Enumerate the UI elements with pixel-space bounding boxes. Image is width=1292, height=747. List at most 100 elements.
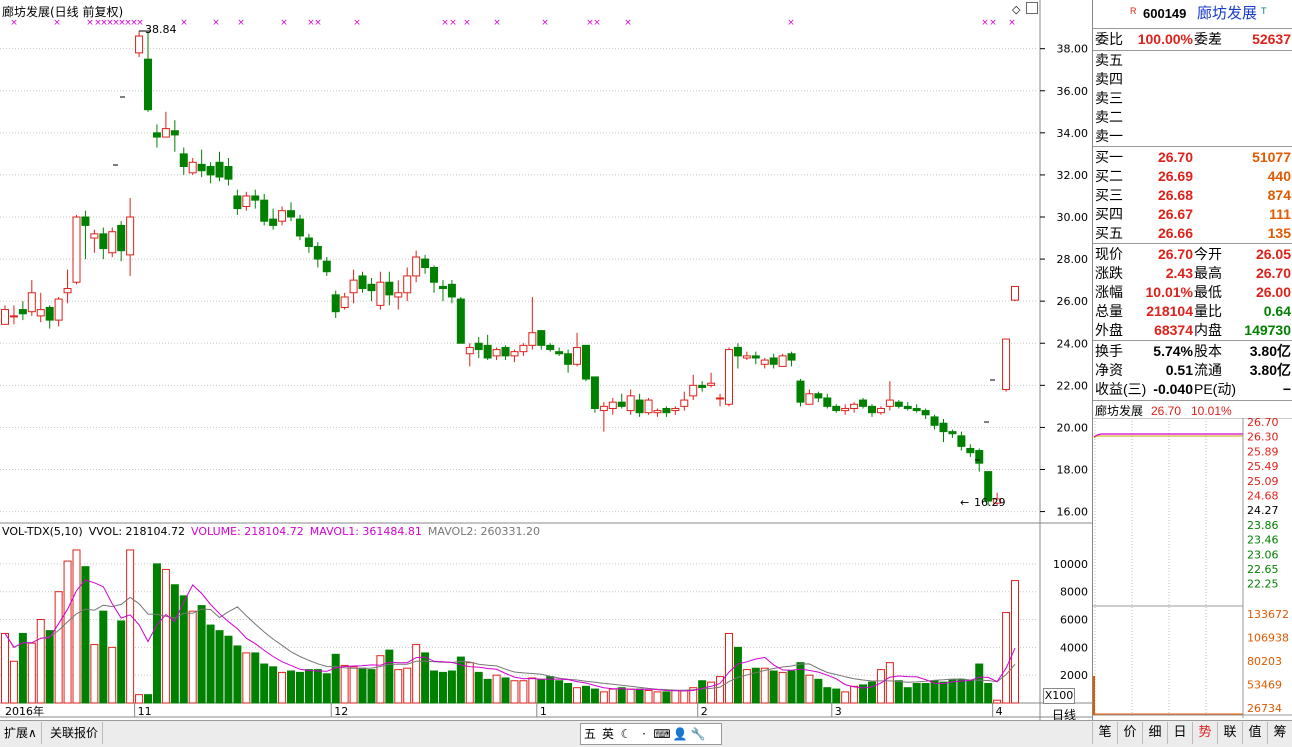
ime-lang-icon[interactable]: 英 <box>599 724 617 744</box>
candle-body <box>63 288 72 294</box>
volume-bar <box>850 685 859 704</box>
stat-value: 68374 <box>1154 322 1193 338</box>
volume-bar <box>876 669 885 704</box>
candle-body <box>939 422 948 433</box>
candle-body <box>403 275 412 294</box>
candle-body <box>340 296 349 308</box>
event-marker: × <box>449 18 457 28</box>
stock-name[interactable]: 廊坊发展 <box>1197 4 1257 23</box>
right-tab[interactable]: 笔 <box>1092 722 1117 744</box>
related-quote-tab[interactable]: 关联报价 <box>46 722 104 744</box>
mavol2-value: MAVOL2: 260331.20 <box>427 525 541 538</box>
intraday-vol-tick: 106938 <box>1247 632 1289 645</box>
sell-row: 卖二 <box>1093 108 1292 127</box>
diamond-icon[interactable]: ◇ <box>1012 3 1020 16</box>
candle-body <box>519 344 528 353</box>
stat-label: 总量 <box>1095 303 1123 319</box>
ime-mode-icon[interactable]: 五 <box>581 724 599 744</box>
right-tab[interactable]: 细 <box>1142 722 1167 744</box>
candle-body <box>796 380 805 403</box>
buy-row: 买一 26.70 51077 <box>1093 148 1292 167</box>
sell-row: 卖三 <box>1093 89 1292 108</box>
volume-bar <box>99 610 108 704</box>
buy-price: 26.67 <box>1157 206 1193 222</box>
bottom-toolbar: 扩展∧ 关联报价 五英 ☾ · ⌨ 👤 🔧 笔价细日势联值筹 <box>0 720 1292 747</box>
volume-bar <box>367 669 376 704</box>
low-annotation: 16.29 <box>974 496 1006 509</box>
moon-icon[interactable]: ☾ <box>617 724 635 744</box>
candle-body <box>921 410 930 416</box>
kline-chart-svg[interactable]: 38.00 36.00 34.00 32.00 30.00 28.00 26.00 24.00… <box>0 0 1092 720</box>
event-marker: × <box>136 18 144 28</box>
candle-body <box>716 397 725 400</box>
expand-tab[interactable]: 扩展∧ <box>0 722 42 744</box>
intraday-vol-tick: 53469 <box>1247 679 1282 692</box>
candle-body <box>152 132 161 138</box>
stat-label: 股本 <box>1194 343 1222 359</box>
candle-body <box>903 405 912 409</box>
xaxis-label: 3 <box>835 705 842 718</box>
right-tab[interactable]: 价 <box>1117 722 1142 744</box>
right-tab[interactable]: 势 <box>1192 722 1217 744</box>
candle-body <box>126 216 135 256</box>
stat-row: 外盘 68374 内盘 149730 <box>1093 321 1292 340</box>
candle-body <box>1002 338 1011 391</box>
candle-body <box>430 267 439 283</box>
intraday-chart[interactable]: 26.70 26.3025.89 25.49 25.09 24.6824.27 23.86… <box>1093 418 1292 718</box>
candle-body <box>108 231 117 254</box>
intraday-vol-tick: 26734 <box>1247 702 1282 715</box>
keyboard-icon[interactable]: ⌨ <box>653 724 671 744</box>
candle-body <box>278 210 287 222</box>
price-tick-label: 20.00 <box>1057 421 1089 434</box>
candle-body <box>957 435 966 447</box>
volume-bar <box>117 620 126 704</box>
dot-icon[interactable]: · <box>635 724 653 744</box>
xaxis-label: 12 <box>334 705 348 718</box>
candle-body <box>590 376 599 409</box>
price-tick-label: 36.00 <box>1057 85 1089 98</box>
candle-body <box>599 405 608 412</box>
stat-label: 今开 <box>1194 246 1222 262</box>
candle-body <box>662 407 671 414</box>
volume-bar <box>823 687 832 704</box>
t-flag: T <box>1261 6 1267 16</box>
volume-bar <box>126 549 135 704</box>
kline-chart-area[interactable]: 38.00 36.00 34.00 32.00 30.00 28.00 26.00 24.00… <box>0 0 1092 722</box>
weibi-label: 委比 <box>1095 31 1123 47</box>
volume-bar <box>269 666 278 704</box>
event-marker: × <box>1008 18 1016 28</box>
xaxis-label: 11 <box>138 705 152 718</box>
intraday-price-tick: 25.49 <box>1247 460 1279 473</box>
volume-bar <box>9 660 18 704</box>
volume-bar <box>304 669 313 704</box>
stat-value: 26.70 <box>1157 246 1193 262</box>
price-tick-label: 26.00 <box>1057 295 1089 308</box>
volume-bar <box>957 678 966 704</box>
sell-row: 卖四 <box>1093 70 1292 89</box>
volume-bar <box>54 591 63 704</box>
intraday-price-tick: 24.27 <box>1247 504 1279 517</box>
candle-body <box>188 161 197 174</box>
candle-body <box>823 397 832 407</box>
volume-bar <box>680 689 689 704</box>
candle-body <box>671 407 680 412</box>
maximize-icon[interactable] <box>1026 2 1038 14</box>
candle-body <box>135 35 144 54</box>
vvol-value: VVOL: 218104.72 <box>88 525 186 538</box>
right-tab[interactable]: 筹 <box>1267 722 1292 744</box>
ime-toolbar: 五英 ☾ · ⌨ 👤 🔧 <box>580 723 722 745</box>
user-icon[interactable]: 👤 <box>671 724 689 744</box>
right-tab[interactable]: 日 <box>1167 722 1192 744</box>
right-tab[interactable]: 值 <box>1242 722 1267 744</box>
volume-bar <box>573 687 582 704</box>
intraday-volume-bar <box>1093 676 1095 715</box>
wrench-icon[interactable]: 🔧 <box>689 724 707 744</box>
volume-legend: VOL-TDX(5,10) VVOL: 218104.72 VOLUME: 2181… <box>2 525 546 538</box>
candle-body <box>912 407 921 412</box>
volume-bar <box>1002 612 1011 704</box>
volume-bar <box>510 680 519 704</box>
candle-body <box>617 401 626 407</box>
right-tab[interactable]: 联 <box>1217 722 1242 744</box>
candle-body <box>465 346 474 355</box>
volume-bar <box>233 645 242 704</box>
